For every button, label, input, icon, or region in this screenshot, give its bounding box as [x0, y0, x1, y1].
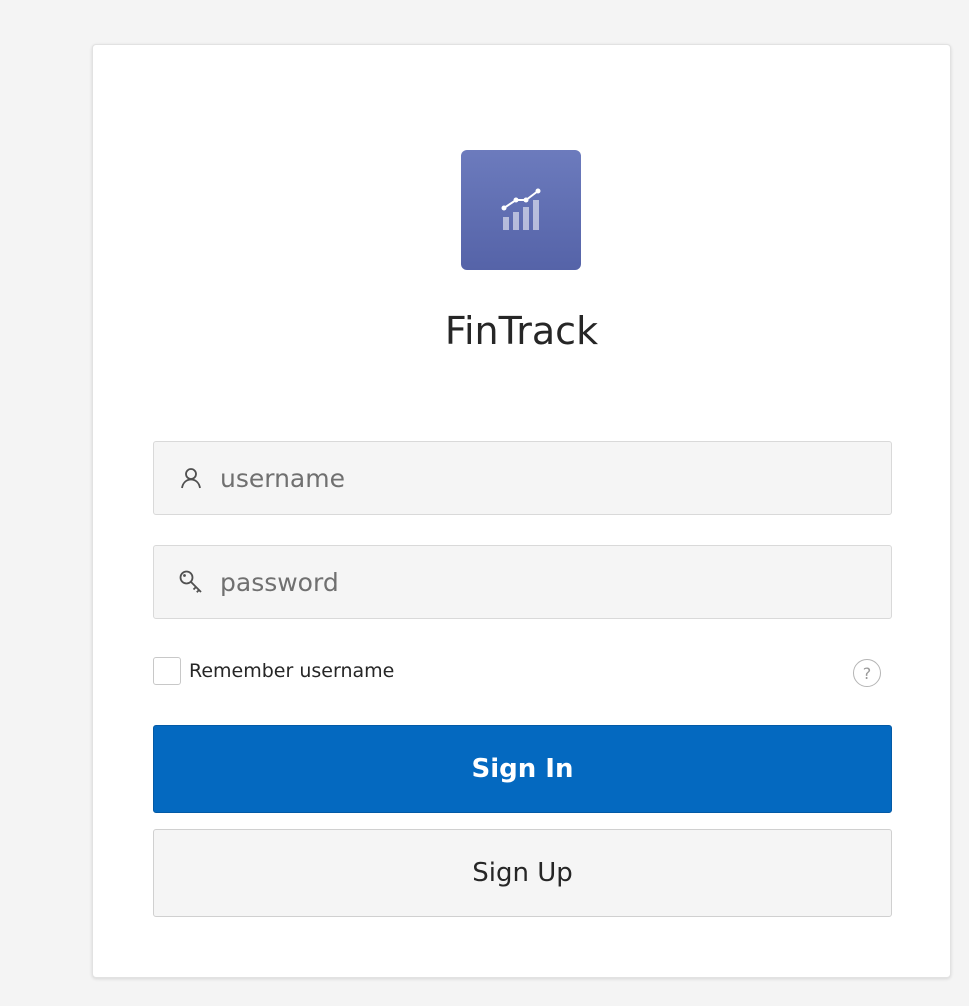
username-input[interactable] — [220, 463, 840, 493]
user-icon — [178, 465, 204, 491]
remember-checkbox[interactable] — [153, 657, 181, 685]
remember-label: Remember username — [189, 660, 395, 682]
sign-up-button[interactable]: Sign Up — [153, 829, 892, 917]
login-card: FinTrack Remember username ? Sign In Sig… — [92, 44, 951, 978]
app-logo — [461, 150, 581, 270]
help-icon[interactable]: ? — [853, 659, 881, 687]
username-field[interactable] — [153, 441, 892, 515]
password-input[interactable] — [220, 567, 840, 597]
chart-bars-icon — [501, 188, 541, 230]
password-field[interactable] — [153, 545, 892, 619]
remember-username: Remember username — [153, 657, 394, 685]
app-title: FinTrack — [444, 309, 599, 353]
sign-in-button[interactable]: Sign In — [153, 725, 892, 813]
key-icon — [178, 569, 204, 595]
